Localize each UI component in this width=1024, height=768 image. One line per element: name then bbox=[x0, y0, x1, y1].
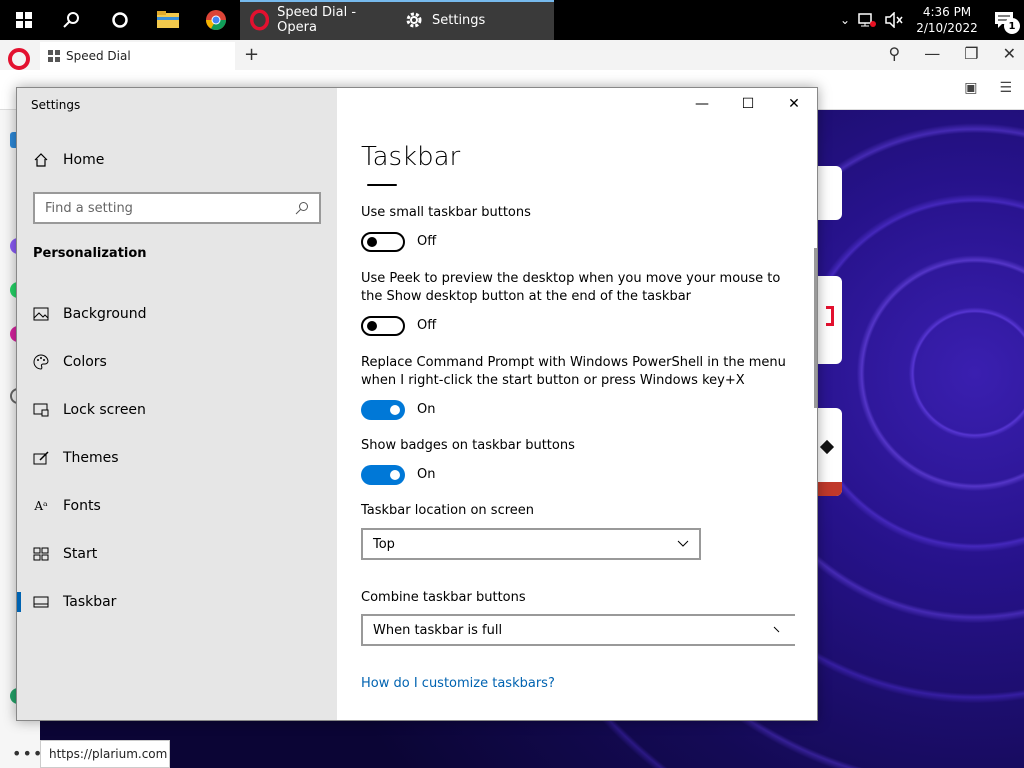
taskbar-icon bbox=[33, 594, 49, 610]
scroll-fade-divider bbox=[367, 184, 397, 186]
badges-label: Show badges on taskbar buttons bbox=[361, 438, 575, 453]
powershell-state: On bbox=[417, 402, 436, 417]
settings-window-title: Settings bbox=[31, 98, 81, 112]
themes-icon bbox=[33, 450, 49, 466]
nav-item-label: Themes bbox=[63, 450, 119, 466]
opera-icon bbox=[250, 9, 270, 31]
combine-dropdown[interactable]: When taskbar is full bbox=[361, 614, 795, 646]
chevron-up-icon[interactable]: ⌄ bbox=[840, 13, 850, 27]
peek-label: Use Peek to preview the desktop when you… bbox=[361, 271, 781, 304]
windows-start-icon[interactable] bbox=[0, 0, 48, 40]
nav-item-fonts[interactable]: Aᵃ Fonts bbox=[17, 486, 337, 526]
browser-restore-icon[interactable]: ❐ bbox=[964, 44, 978, 63]
chevron-down-icon bbox=[773, 626, 780, 633]
nav-item-colors[interactable]: Colors bbox=[17, 342, 337, 382]
status-bar-url: https://plarium.com bbox=[40, 740, 170, 768]
nav-home-label: Home bbox=[63, 152, 105, 168]
settings-window-controls: — ☐ ✕ bbox=[679, 88, 817, 120]
nav-item-label: Background bbox=[63, 306, 147, 322]
page-title: Taskbar bbox=[361, 142, 461, 172]
browser-search-icon[interactable]: ⚲ bbox=[889, 44, 901, 63]
combine-label: Combine taskbar buttons bbox=[361, 590, 526, 605]
taskbar-app-settings[interactable]: Settings bbox=[394, 0, 554, 40]
speed-dial-tile-logo bbox=[826, 306, 834, 326]
system-tray: ⌄ 4:36 PM 2/10/2022 1 bbox=[840, 0, 1024, 40]
settings-window: Settings Home Personalization Background… bbox=[16, 87, 818, 721]
speed-dial-icon bbox=[48, 50, 60, 62]
browser-tab-label: Speed Dial bbox=[66, 49, 131, 63]
peek-state: Off bbox=[417, 318, 437, 333]
palette-icon bbox=[33, 354, 49, 370]
new-tab-button[interactable]: + bbox=[244, 44, 259, 65]
selected-indicator bbox=[17, 592, 21, 612]
content-scrollbar[interactable] bbox=[814, 248, 817, 408]
speed-dial-tile-logo bbox=[819, 439, 835, 455]
file-explorer-icon[interactable] bbox=[144, 0, 192, 40]
clock-time: 4:36 PM bbox=[922, 5, 972, 19]
nav-item-label: Start bbox=[63, 546, 98, 562]
search-icon[interactable] bbox=[48, 0, 96, 40]
nav-item-lock-screen[interactable]: Lock screen bbox=[17, 390, 337, 430]
nav-item-label: Fonts bbox=[63, 498, 101, 514]
nav-item-label: Lock screen bbox=[63, 402, 146, 418]
nav-home[interactable]: Home bbox=[33, 152, 104, 168]
windows-taskbar: Speed Dial - Opera Settings ⌄ 4:36 PM 2/… bbox=[0, 0, 1024, 40]
badges-state: On bbox=[417, 467, 436, 482]
network-icon[interactable] bbox=[858, 12, 876, 28]
maximize-button[interactable]: ☐ bbox=[725, 88, 771, 120]
section-heading-personalization: Personalization bbox=[33, 246, 147, 261]
browser-minimize-icon[interactable]: — bbox=[924, 44, 940, 63]
search-icon[interactable] bbox=[295, 201, 309, 215]
minimize-button[interactable]: — bbox=[679, 88, 725, 120]
chrome-icon[interactable] bbox=[192, 0, 240, 40]
clock-date: 2/10/2022 bbox=[916, 21, 978, 35]
nav-item-themes[interactable]: Themes bbox=[17, 438, 337, 478]
powershell-toggle[interactable] bbox=[361, 400, 405, 420]
help-link[interactable]: How do I customize taskbars? bbox=[361, 676, 555, 691]
combine-value: When taskbar is full bbox=[373, 622, 503, 638]
small-buttons-toggle[interactable] bbox=[361, 232, 405, 252]
close-button[interactable]: ✕ bbox=[771, 88, 817, 120]
nav-item-start[interactable]: Start bbox=[17, 534, 337, 574]
nav-item-background[interactable]: Background bbox=[17, 294, 337, 334]
picture-icon bbox=[33, 306, 49, 322]
start-icon bbox=[33, 546, 49, 562]
browser-window-controls: ⚲ — ❐ ✕ bbox=[889, 44, 1016, 63]
powershell-label: Replace Command Prompt with Windows Powe… bbox=[361, 355, 786, 388]
notification-count-badge: 1 bbox=[1004, 18, 1020, 34]
more-options-icon[interactable]: ••• bbox=[12, 744, 43, 763]
settings-content: — ☐ ✕ Taskbar Use small taskbar buttons … bbox=[337, 88, 817, 720]
home-icon bbox=[34, 153, 48, 167]
location-value: Top bbox=[373, 536, 395, 552]
find-setting-input[interactable] bbox=[45, 200, 275, 216]
location-dropdown[interactable]: Top bbox=[361, 528, 701, 560]
action-center-button[interactable]: 1 bbox=[990, 6, 1020, 34]
easy-setup-icon[interactable]: ☰ bbox=[999, 80, 1012, 96]
volume-muted-icon[interactable] bbox=[884, 12, 904, 28]
lock-screen-icon bbox=[33, 402, 49, 418]
camera-icon[interactable]: ▣ bbox=[964, 80, 977, 96]
settings-search-box bbox=[33, 192, 321, 224]
small-buttons-label: Use small taskbar buttons bbox=[361, 205, 531, 220]
nav-item-label: Colors bbox=[63, 354, 107, 370]
small-buttons-state: Off bbox=[417, 234, 437, 249]
settings-nav: Settings Home Personalization Background… bbox=[17, 88, 337, 720]
browser-toolbar-icons: ▣ ☰ bbox=[964, 80, 1012, 96]
nav-item-label: Taskbar bbox=[63, 594, 117, 610]
nav-item-taskbar[interactable]: Taskbar bbox=[17, 582, 337, 622]
taskbar-app-opera[interactable]: Speed Dial - Opera bbox=[240, 0, 394, 40]
taskbar-app-opera-label: Speed Dial - Opera bbox=[277, 5, 357, 35]
cortana-icon[interactable] bbox=[96, 0, 144, 40]
chevron-down-icon bbox=[677, 540, 689, 547]
gear-icon bbox=[406, 12, 422, 28]
location-label: Taskbar location on screen bbox=[361, 503, 535, 518]
peek-toggle[interactable] bbox=[361, 316, 405, 336]
fonts-icon: Aᵃ bbox=[34, 499, 48, 513]
badges-toggle[interactable] bbox=[361, 465, 405, 485]
browser-close-icon[interactable]: ✕ bbox=[1003, 44, 1016, 63]
clock[interactable]: 4:36 PM 2/10/2022 bbox=[912, 4, 982, 36]
opera-menu-icon[interactable] bbox=[8, 48, 30, 70]
browser-tab-speed-dial[interactable]: Speed Dial bbox=[40, 42, 235, 70]
taskbar-app-settings-label: Settings bbox=[432, 12, 486, 28]
